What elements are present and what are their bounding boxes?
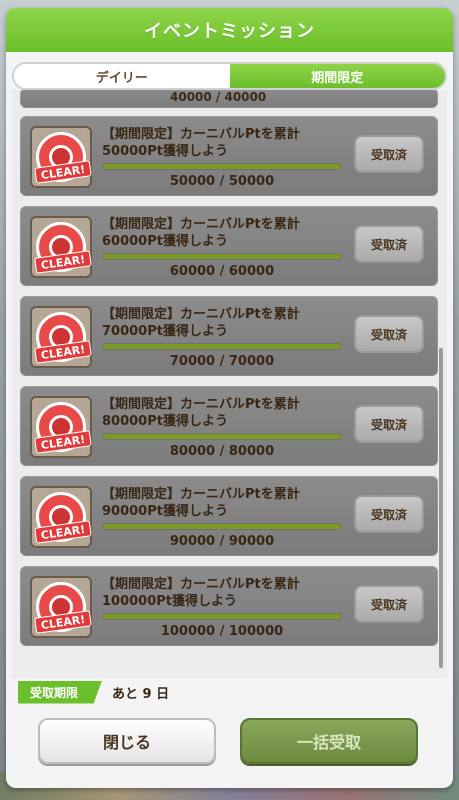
mission-progress-bar	[102, 163, 342, 170]
mission-title: 【期間限定】カーニバルPtを累計 70000Pt獲得しよう	[102, 307, 300, 339]
mission-title: 【期間限定】カーニバルPtを累計 50000Pt獲得しよう	[102, 127, 300, 159]
mission-progress-bar	[102, 343, 342, 350]
mission-card: CLEAR! 【期間限定】カーニバルPtを累計 80000Pt獲得しよう 800…	[20, 386, 438, 466]
mission-card: CLEAR! 【期間限定】カーニバルPtを累計 70000Pt獲得しよう 700…	[20, 296, 438, 376]
tab-limited-time[interactable]: 期間限定	[229, 64, 445, 88]
mission-progress-text: 80000 / 80000	[169, 444, 275, 459]
mission-progress-text: 60000 / 60000	[169, 264, 275, 279]
mission-progress-fill	[103, 524, 341, 529]
mission-card-partial: 40000 / 40000	[20, 90, 438, 108]
mission-progress-text: 50000 / 50000	[169, 174, 275, 189]
mission-progress-bar	[102, 433, 342, 440]
claim-all-button[interactable]: 一括受取	[240, 718, 418, 764]
mission-title: 【期間限定】カーニバルPtを累計 80000Pt獲得しよう	[102, 397, 300, 429]
deadline-value: あと 9 日	[112, 686, 170, 702]
close-button[interactable]: 閉じる	[38, 718, 216, 764]
clear-medal-icon: CLEAR!	[30, 486, 92, 548]
mission-progress-bar	[102, 253, 342, 260]
mission-progress-text: 100000 / 100000	[160, 624, 284, 639]
received-button[interactable]: 受取済	[354, 405, 424, 443]
mission-card: CLEAR! 【期間限定】カーニバルPtを累計 60000Pt獲得しよう 600…	[20, 206, 438, 286]
mission-title: 【期間限定】カーニバルPtを累計 100000Pt獲得しよう	[102, 577, 300, 609]
event-mission-dialog: イベントミッション デイリー 期間限定 40000 / 40000 CLEAR!…	[6, 8, 453, 788]
mission-progress-fill	[103, 164, 341, 169]
mission-card: CLEAR! 【期間限定】カーニバルPtを累計 50000Pt獲得しよう 500…	[20, 116, 438, 196]
clear-medal-icon: CLEAR!	[30, 576, 92, 638]
tab-bar: デイリー 期間限定	[12, 62, 447, 90]
mission-title: 【期間限定】カーニバルPtを累計 60000Pt獲得しよう	[102, 217, 300, 249]
mission-title: 【期間限定】カーニバルPtを累計 90000Pt獲得しよう	[102, 487, 300, 519]
clear-medal-icon: CLEAR!	[30, 126, 92, 188]
mission-progress-fill	[103, 254, 341, 259]
received-button[interactable]: 受取済	[354, 495, 424, 533]
received-button[interactable]: 受取済	[354, 135, 424, 173]
mission-progress-bar	[102, 523, 342, 530]
mission-list[interactable]: 40000 / 40000 CLEAR! 【期間限定】カーニバルPtを累計 50…	[12, 90, 447, 678]
mission-card: CLEAR! 【期間限定】カーニバルPtを累計 100000Pt獲得しよう 10…	[20, 566, 438, 646]
mission-progress-text: 70000 / 70000	[169, 354, 275, 369]
mission-progress-fill	[103, 434, 341, 439]
clear-medal-icon: CLEAR!	[30, 396, 92, 458]
dialog-title: イベントミッション	[6, 8, 453, 52]
deadline-label: 受取期限	[18, 680, 103, 704]
mission-progress-fill	[103, 344, 341, 349]
tab-daily[interactable]: デイリー	[14, 64, 230, 88]
mission-card: CLEAR! 【期間限定】カーニバルPtを累計 90000Pt獲得しよう 900…	[20, 476, 438, 556]
mission-progress-text: 90000 / 90000	[169, 534, 275, 549]
mission-progress-fill	[103, 614, 341, 619]
clear-medal-icon: CLEAR!	[30, 216, 92, 278]
received-button[interactable]: 受取済	[354, 585, 424, 623]
received-button[interactable]: 受取済	[354, 315, 424, 353]
scrollbar[interactable]	[439, 348, 443, 668]
mission-progress-text: 40000 / 40000	[170, 90, 267, 104]
deadline-row: 受取期限 あと 9 日	[18, 680, 170, 704]
mission-progress-bar	[102, 613, 342, 620]
clear-medal-icon: CLEAR!	[30, 306, 92, 368]
received-button[interactable]: 受取済	[354, 225, 424, 263]
